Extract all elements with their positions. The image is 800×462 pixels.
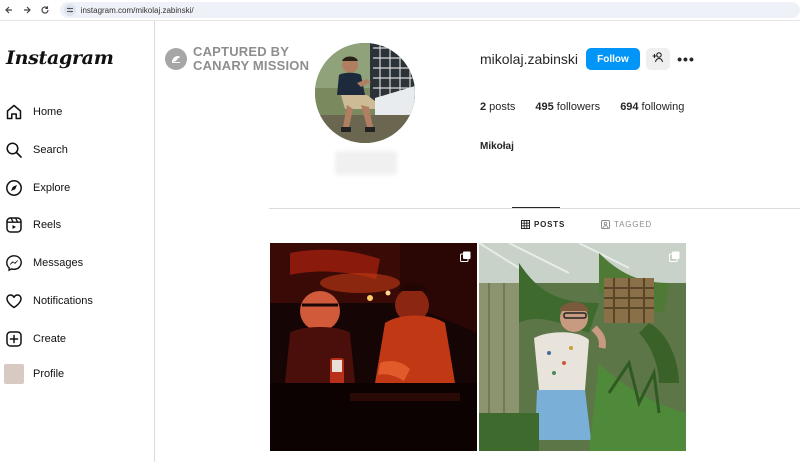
active-tab-indicator [512,207,560,208]
sidebar-item-label: Create [33,333,67,345]
search-icon [4,140,24,160]
sidebar-item-label: Messages [33,257,84,269]
browser-toolbar: instagram.com/mikolaj.zabinski/ [0,0,800,21]
watermark: CAPTURED BY CANARY MISSION [165,45,309,73]
followers-count[interactable]: 495 followers [535,101,600,113]
sidebar-item-home[interactable]: Home [4,99,149,125]
sidebar-item-label: Home [33,106,63,118]
sidebar-item-label: Reels [33,219,62,231]
suggest-users-button[interactable] [646,48,670,70]
tab-label: POSTS [534,220,566,229]
grid-icon [521,220,530,229]
watermark-line-2: CANARY MISSION [193,58,310,73]
site-settings-icon[interactable] [63,4,76,16]
more-options-icon[interactable]: ••• [675,48,697,70]
profile-full-name: Mikołaj [480,141,514,152]
sidebar: Instagram Home Search Explore Reels Mess… [0,21,155,462]
multiple-images-icon [669,249,680,267]
sidebar-item-create[interactable]: Create [4,326,149,352]
canary-logo-icon [165,48,187,70]
profile-stats: 2 posts 495 followers 694 following [480,101,704,113]
sidebar-item-search[interactable]: Search [4,137,149,163]
tab-posts[interactable]: POSTS [521,220,565,229]
post-thumbnail[interactable] [270,243,477,451]
sidebar-item-label: Search [33,144,68,156]
tab-label: TAGGED [614,220,652,229]
watermark-line-1: CAPTURED BY [193,44,290,59]
blurred-name [335,151,397,175]
reload-icon[interactable] [36,1,54,19]
follow-button[interactable]: Follow [586,48,640,70]
heart-icon [4,291,24,311]
tabs-divider [269,208,800,209]
address-bar[interactable]: instagram.com/mikolaj.zabinski/ [59,2,800,18]
sidebar-item-notifications[interactable]: Notifications [4,288,149,314]
sidebar-item-label: Explore [33,182,71,194]
following-count[interactable]: 694 following [620,101,684,113]
post-thumbnail[interactable] [479,243,686,451]
multiple-images-icon [460,249,471,267]
plus-square-icon [4,329,24,349]
avatar [4,364,24,384]
posts-count: 2 posts [480,101,516,113]
sidebar-item-reels[interactable]: Reels [4,212,149,238]
forward-icon[interactable] [18,1,36,19]
back-icon[interactable] [0,1,18,19]
sidebar-item-explore[interactable]: Explore [4,175,149,201]
home-icon [4,102,24,122]
profile-main: CAPTURED BY CANARY MISSION mikolaj.zabin… [155,21,800,462]
sidebar-item-messages[interactable]: Messages [4,250,149,276]
profile-picture[interactable] [315,43,415,143]
sidebar-item-label: Profile [33,368,65,380]
url-text: instagram.com/mikolaj.zabinski/ [80,5,194,15]
tagged-icon [601,220,610,229]
add-user-icon [652,50,664,68]
compass-icon [4,178,24,198]
instagram-logo[interactable]: Instagram [6,47,114,69]
messenger-icon [4,253,24,273]
profile-username: mikolaj.zabinski [480,51,579,67]
sidebar-item-profile[interactable]: Profile [4,361,149,387]
sidebar-item-label: Notifications [33,295,93,307]
tab-tagged[interactable]: TAGGED [601,220,652,229]
reels-icon [4,215,24,235]
